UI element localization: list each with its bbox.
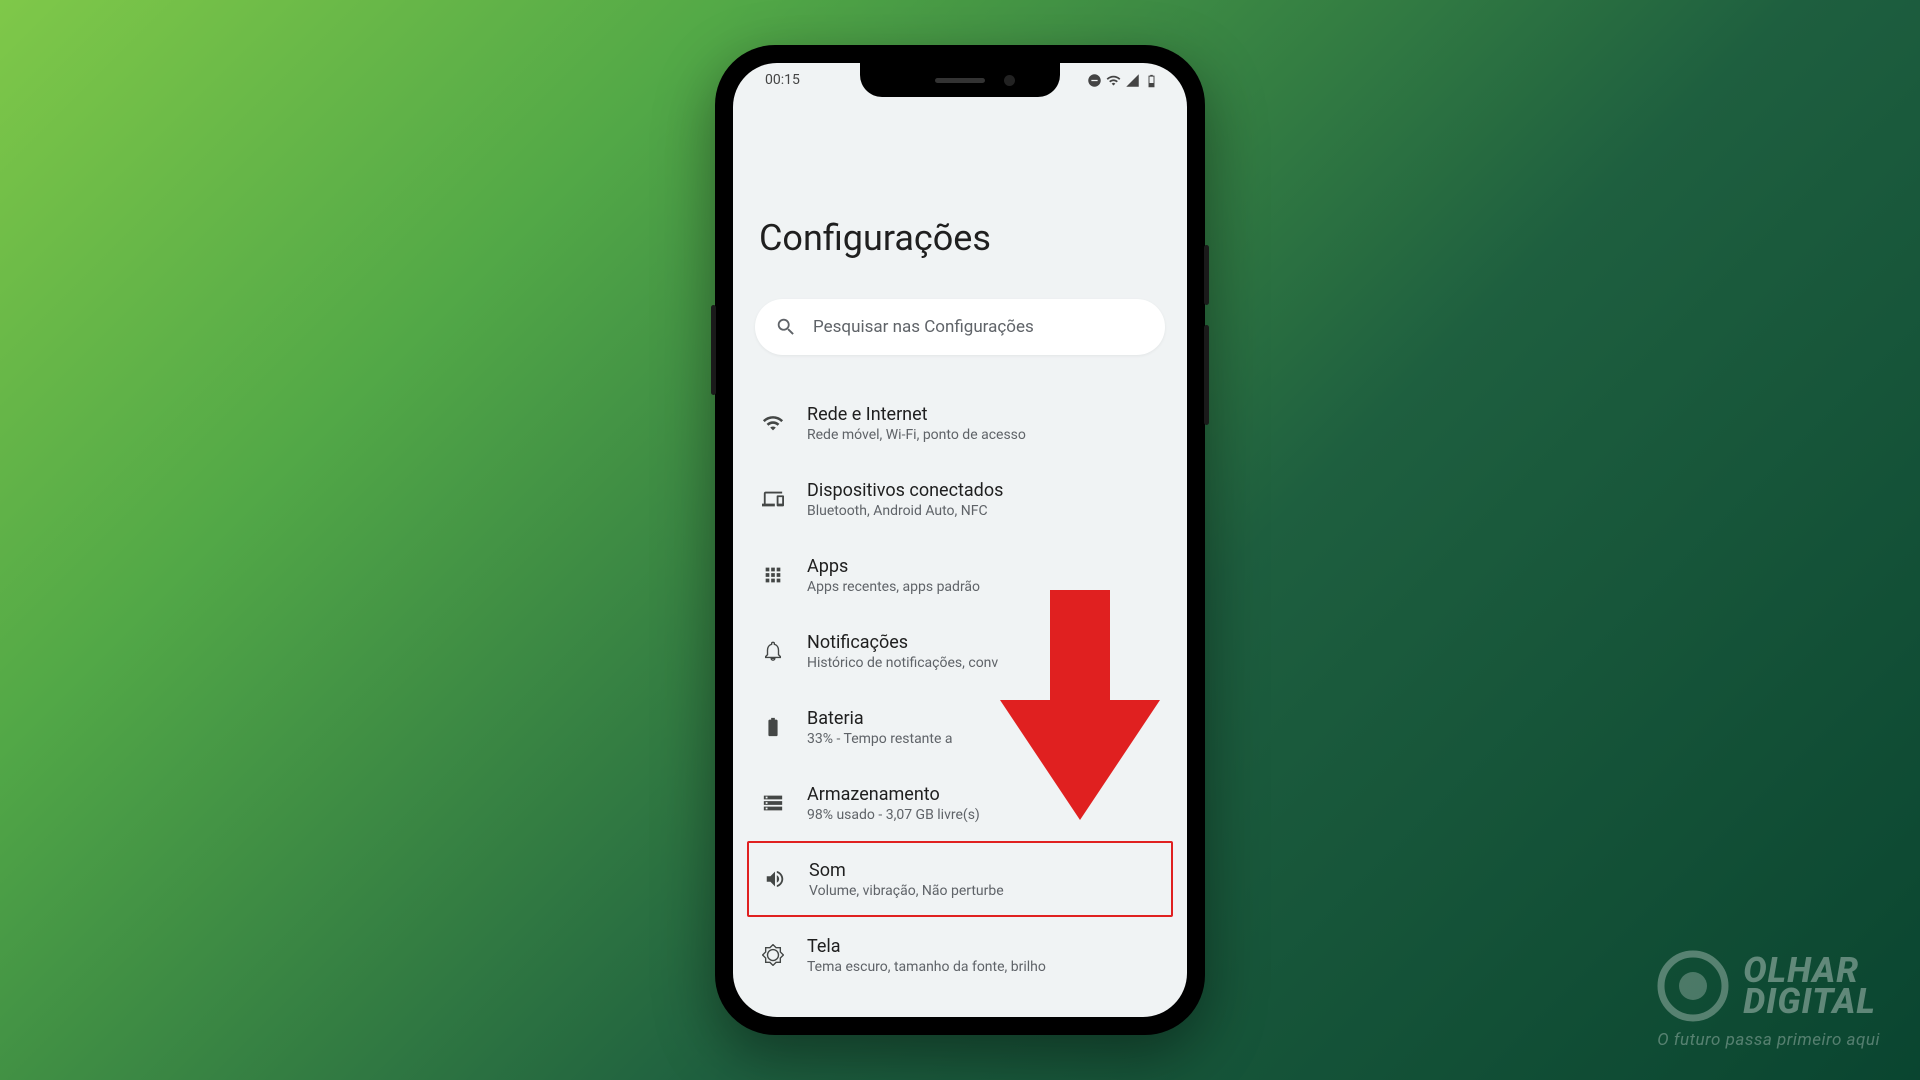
setting-subtitle: Tema escuro, tamanho da fonte, brilho	[807, 959, 1159, 975]
setting-sound[interactable]: Som Volume, vibração, Não perturbe	[747, 841, 1173, 917]
instruction-arrow	[1000, 590, 1160, 824]
phone-screen: 00:15 Configurações Pesquisar nas Config…	[733, 63, 1187, 1017]
setting-network[interactable]: Rede e Internet Rede móvel, Wi-Fi, ponto…	[755, 385, 1165, 461]
phone-frame: 00:15 Configurações Pesquisar nas Config…	[715, 45, 1205, 1035]
setting-display[interactable]: Tela Tema escuro, tamanho da fonte, bril…	[755, 917, 1165, 993]
setting-title: Som	[809, 860, 1157, 881]
power-button	[711, 305, 716, 395]
status-time: 00:15	[757, 72, 800, 88]
setting-connected-devices[interactable]: Dispositivos conectados Bluetooth, Andro…	[755, 461, 1165, 537]
watermark-logo-icon	[1657, 950, 1729, 1022]
status-indicators	[1087, 73, 1163, 88]
volume-down-button	[1204, 325, 1209, 425]
volume-icon	[763, 867, 787, 891]
setting-title: Tela	[807, 936, 1159, 957]
search-icon	[775, 316, 797, 338]
watermark: OLHAR DIGITAL O futuro passa primeiro aq…	[1657, 950, 1880, 1050]
wifi-icon	[761, 411, 785, 435]
setting-subtitle: Volume, vibração, Não perturbe	[809, 883, 1157, 899]
setting-subtitle: Bluetooth, Android Auto, NFC	[807, 503, 1159, 519]
devices-icon	[761, 487, 785, 511]
setting-title: Apps	[807, 556, 1159, 577]
setting-title: Dispositivos conectados	[807, 480, 1159, 501]
battery-icon	[761, 715, 785, 739]
search-placeholder: Pesquisar nas Configurações	[813, 317, 1034, 337]
volume-up-button	[1204, 245, 1209, 305]
bell-icon	[761, 639, 785, 663]
battery-icon	[1144, 73, 1159, 88]
watermark-slogan: O futuro passa primeiro aqui	[1657, 1030, 1880, 1050]
signal-icon	[1125, 73, 1140, 88]
storage-icon	[761, 791, 785, 815]
setting-title: Rede e Internet	[807, 404, 1159, 425]
speaker	[935, 78, 985, 83]
page-title: Configurações	[755, 217, 1165, 259]
watermark-line2: DIGITAL	[1743, 986, 1875, 1018]
brightness-icon	[761, 943, 785, 967]
search-input[interactable]: Pesquisar nas Configurações	[755, 299, 1165, 355]
dnd-icon	[1087, 73, 1102, 88]
notch	[860, 63, 1060, 97]
front-camera	[1004, 75, 1015, 86]
wifi-icon	[1106, 73, 1121, 88]
setting-subtitle: Rede móvel, Wi-Fi, ponto de acesso	[807, 427, 1159, 443]
apps-icon	[761, 563, 785, 587]
